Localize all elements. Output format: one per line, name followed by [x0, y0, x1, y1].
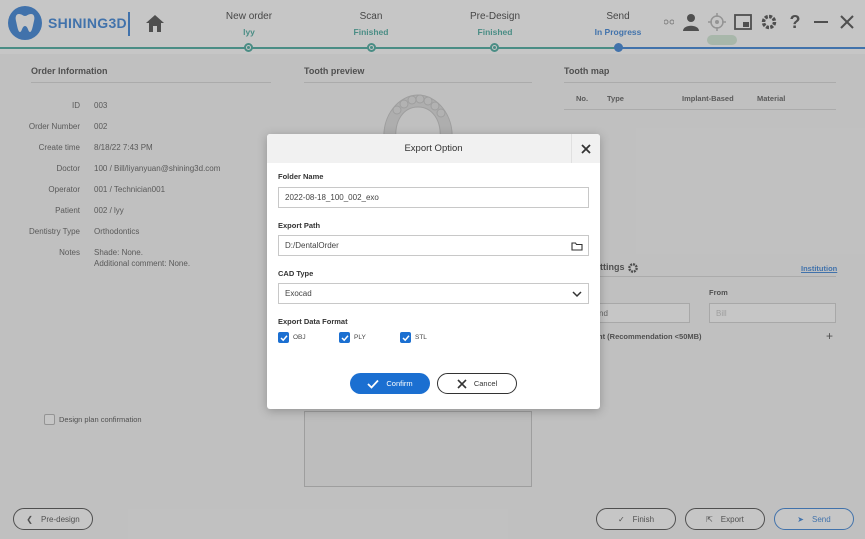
- dialog-title: Export Option: [404, 143, 463, 154]
- dialog-header: Export Option: [267, 134, 600, 163]
- folder-icon[interactable]: [571, 240, 583, 252]
- confirm-label: Confirm: [386, 379, 413, 388]
- export-path-input[interactable]: D:/DentalOrder: [278, 235, 589, 256]
- folder-name-input[interactable]: 2022-08-18_100_002_exo: [278, 187, 589, 208]
- cancel-button[interactable]: Cancel: [437, 373, 517, 394]
- close-icon: [457, 378, 467, 389]
- obj-checkbox[interactable]: [278, 332, 289, 343]
- check-icon: [340, 334, 349, 341]
- stl-checkbox[interactable]: [400, 332, 411, 343]
- ply-label: PLY: [354, 334, 366, 341]
- dialog-close-button[interactable]: [571, 134, 600, 163]
- ply-checkbox[interactable]: [339, 332, 350, 343]
- stl-label: STL: [415, 334, 427, 341]
- cad-type-label: CAD Type: [278, 269, 314, 278]
- export-option-dialog: Export Option Folder Name 2022-08-18_100…: [267, 134, 600, 409]
- cad-type-value: Exocad: [285, 289, 312, 298]
- check-icon: [367, 379, 380, 389]
- check-icon: [279, 334, 288, 341]
- check-icon: [401, 334, 410, 341]
- cancel-label: Cancel: [473, 379, 498, 388]
- chevron-down-icon: [571, 288, 583, 300]
- export-path-value: D:/DentalOrder: [285, 241, 339, 250]
- folder-name-label: Folder Name: [278, 172, 324, 181]
- close-icon: [581, 143, 591, 154]
- confirm-button[interactable]: Confirm: [350, 373, 430, 394]
- folder-name-value: 2022-08-18_100_002_exo: [285, 193, 379, 202]
- cad-type-select[interactable]: Exocad: [278, 283, 589, 304]
- export-path-label: Export Path: [278, 221, 321, 230]
- obj-label: OBJ: [293, 334, 306, 341]
- export-format-label: Export Data Format: [278, 317, 348, 326]
